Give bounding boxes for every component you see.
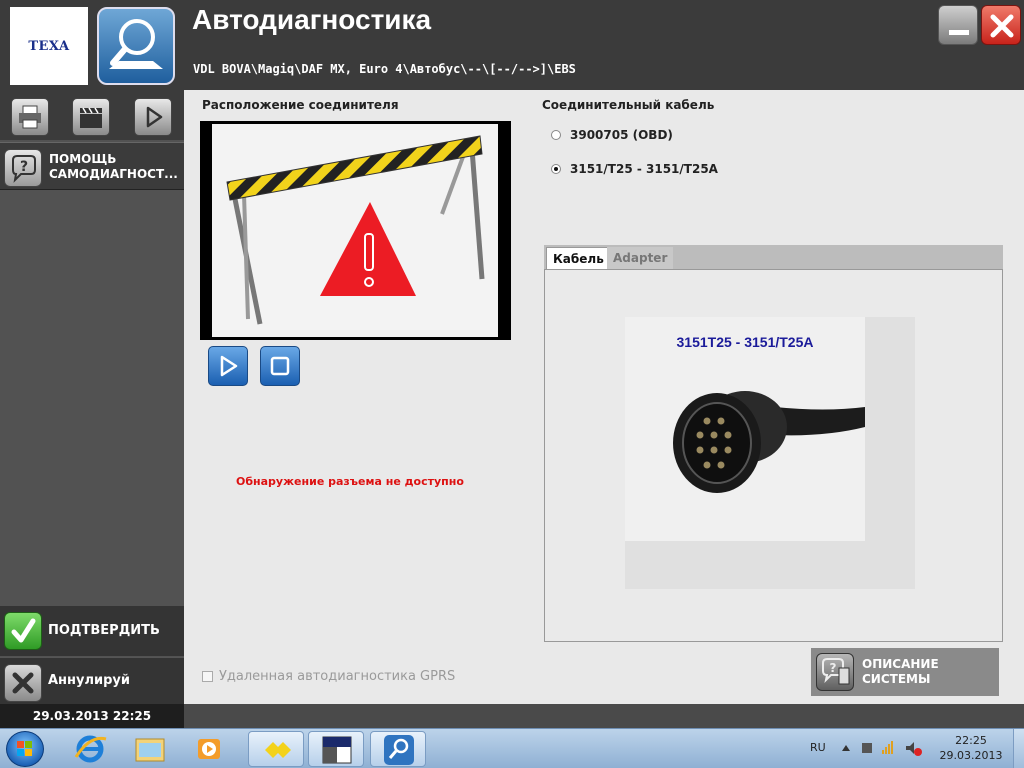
texa-logo-text: TEXA (28, 38, 70, 54)
tray-icons (840, 739, 924, 760)
window-icon (322, 736, 352, 764)
cancel-label: Аннулируй (48, 673, 131, 688)
language-indicator[interactable]: RU (810, 741, 826, 754)
svg-text:?: ? (20, 159, 28, 175)
clock-date: 29.03.2013 (939, 749, 1003, 762)
cable-image: 3151T25 - 3151/T25A (625, 317, 865, 541)
play-toolbar-button[interactable] (134, 98, 172, 136)
system-description-line1: ОПИСАНИЕ (862, 657, 939, 671)
tray-icons-group (842, 741, 922, 756)
record-button[interactable] (72, 98, 110, 136)
self-diagnosis-help-button[interactable]: ? ПОМОЩЬ САМОДИАГНОСТ... (0, 142, 184, 190)
close-button[interactable] (981, 5, 1021, 45)
help-label-line2: САМОДИАГНОСТ... (49, 167, 178, 181)
video-stop-button[interactable] (260, 346, 300, 386)
system-description-button[interactable]: ? ОПИСАНИЕ СИСТЕМЫ (811, 648, 999, 696)
checkmark-icon (4, 612, 42, 650)
start-button[interactable] (6, 731, 44, 767)
cable-tabs: Кабель Adapter (544, 245, 1003, 269)
explorer-taskbar-item[interactable] (122, 731, 178, 767)
signal-icon (882, 741, 893, 754)
show-desktop-button[interactable] (1013, 729, 1024, 768)
texa-taskbar-item[interactable] (248, 731, 304, 767)
media-player-taskbar-item[interactable] (182, 731, 238, 767)
barrier-warning-icon (226, 135, 485, 325)
remote-gprs-option[interactable]: Удаленная автодиагностика GPRS (202, 669, 455, 684)
cable-image-caption: 3151T25 - 3151/T25A (676, 334, 814, 350)
folder-icon (135, 738, 165, 762)
gprs-label: Удаленная автодиагностика GPRS (219, 669, 456, 684)
autodiagnostics-app-icon (97, 7, 175, 85)
cable-option-label: 3151/T25 - 3151/T25A (570, 162, 718, 176)
confirm-button[interactable]: ПОДТВЕРДИТЬ (0, 606, 184, 656)
media-player-icon (198, 739, 220, 759)
printer-icon (19, 105, 41, 129)
play-icon (146, 106, 163, 128)
main-content: Расположение соединителя Обнаружение раз… (184, 90, 1024, 704)
diamond-logo-icon (265, 742, 291, 758)
app-header: TEXA Автодиагностика VDL BOVA\Magiq\DAF … (0, 0, 1024, 90)
left-sidebar: ? ПОМОЩЬ САМОДИАГНОСТ... ПОДТВЕРДИТЬ Анн… (0, 90, 184, 704)
svg-text:?: ? (830, 661, 837, 675)
close-icon (990, 14, 1014, 38)
internet-explorer-icon (74, 735, 107, 763)
bottom-status-strip (184, 704, 1024, 728)
confirm-label: ПОДТВЕРДИТЬ (48, 623, 160, 638)
windows-taskbar: RU 22:25 29.03.2013 (0, 728, 1024, 768)
cable-option-label: 3900705 (OBD) (570, 128, 673, 142)
windows-logo-icon (17, 741, 32, 756)
round-connector-icon (673, 391, 865, 493)
play-icon (220, 355, 238, 377)
cable-section-title: Соединительный кабель (542, 98, 715, 112)
toolbar (0, 90, 184, 140)
cable-tab-panel: 3151T25 - 3151/T25A (544, 269, 1003, 642)
volume-muted-icon (906, 742, 922, 756)
cable-option-obd[interactable]: 3900705 (OBD) (551, 128, 673, 142)
clock-time: 22:25 (955, 734, 987, 747)
tab-cable[interactable]: Кабель (546, 247, 611, 269)
radio-button[interactable] (551, 130, 561, 140)
texa-logo: TEXA (10, 7, 88, 85)
window-taskbar-item[interactable] (308, 731, 364, 767)
show-hidden-icons-icon (842, 745, 850, 751)
cable-image-box: 3151T25 - 3151/T25A (625, 317, 915, 589)
magnifier-icon (384, 735, 414, 765)
system-description-label: ОПИСАНИЕ СИСТЕМЫ (862, 657, 939, 687)
system-description-line2: СИСТЕМЫ (862, 672, 931, 686)
stop-icon (270, 356, 290, 376)
internet-explorer-taskbar-item[interactable] (62, 731, 118, 767)
help-document-icon: ? (816, 653, 854, 691)
page-title: Автодиагностика (192, 4, 432, 35)
gprs-checkbox[interactable] (202, 671, 213, 682)
cancel-button[interactable]: Аннулируй (0, 657, 184, 704)
detection-unavailable-message: Обнаружение разъема не доступно (236, 475, 464, 488)
cable-option-t25[interactable]: 3151/T25 - 3151/T25A (551, 162, 718, 176)
print-button[interactable] (11, 98, 49, 136)
barrier-warning-image (212, 124, 498, 337)
help-label-line1: ПОМОЩЬ (49, 152, 117, 166)
autodiagnostics-taskbar-item[interactable] (370, 731, 426, 767)
help-label: ПОМОЩЬ САМОДИАГНОСТ... (49, 152, 183, 182)
radio-button-selected[interactable] (551, 164, 561, 174)
connector-video-player (200, 121, 511, 340)
magnifier-car-icon (109, 19, 163, 69)
clapperboard-icon (80, 107, 102, 128)
x-icon (4, 664, 42, 702)
network-icon (862, 743, 872, 753)
system-clock[interactable]: 22:25 29.03.2013 (934, 733, 1008, 763)
vehicle-path-breadcrumb: VDL BOVA\Magiq\DAF MX, Euro 4\Автобус\--… (193, 62, 576, 76)
minimize-button[interactable] (938, 5, 978, 45)
video-play-button[interactable] (208, 346, 248, 386)
connector-location-title: Расположение соединителя (202, 98, 399, 112)
help-icon: ? (4, 149, 42, 187)
tab-adapter[interactable]: Adapter (607, 247, 674, 269)
datetime-display: 29.03.2013 22:25 (0, 704, 184, 728)
